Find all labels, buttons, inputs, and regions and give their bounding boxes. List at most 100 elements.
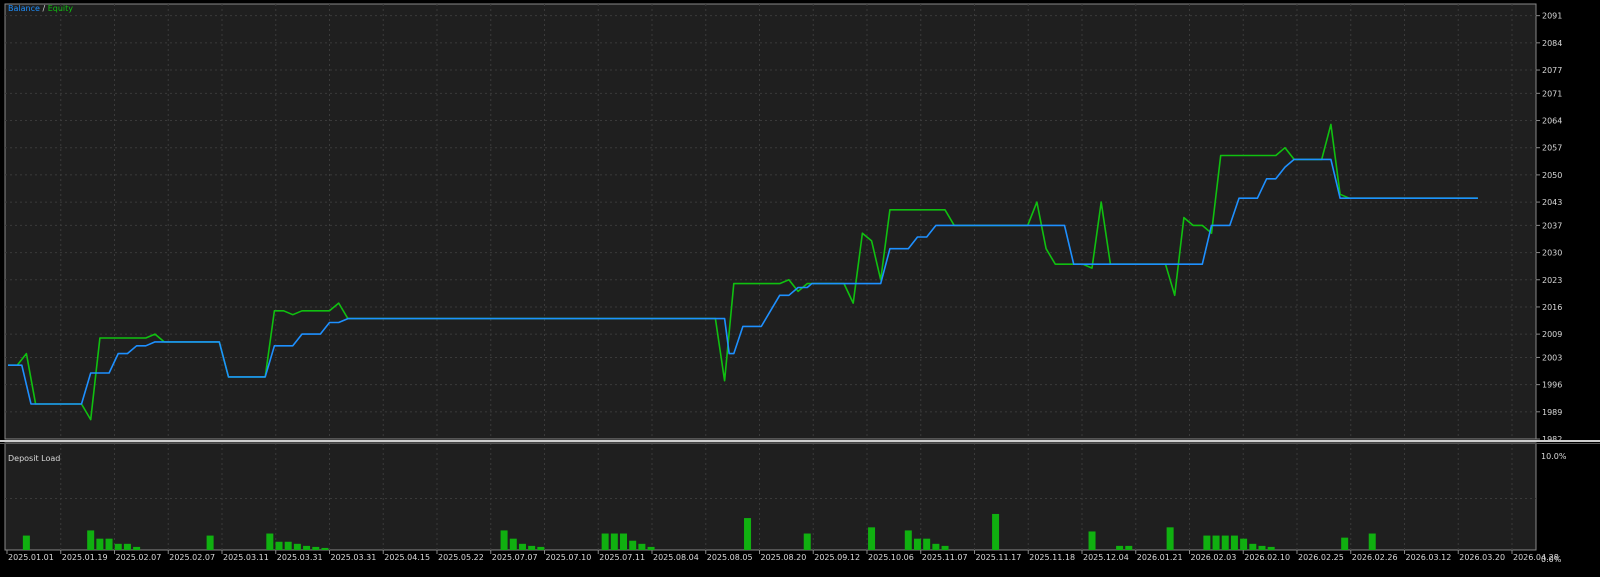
- y-tick-label: 2003: [1542, 353, 1562, 362]
- deposit-load-bar: [913, 538, 921, 550]
- deposit-load-bar: [293, 543, 301, 550]
- legend-separator: /: [40, 4, 48, 13]
- x-tick-label: 2025.12.04: [1083, 553, 1129, 562]
- deposit-load-bar: [1212, 535, 1220, 550]
- x-tick-label: 2025.04.15: [384, 553, 430, 562]
- deposit-load-bar: [321, 547, 329, 550]
- deposit-load-bar: [1368, 533, 1376, 550]
- deposit-load-bar: [868, 527, 876, 550]
- x-tick-label: 2025.11.18: [1029, 553, 1075, 562]
- x-tick-label: 2025.03.11: [223, 553, 269, 562]
- y-tick-label: 2071: [1542, 89, 1562, 98]
- x-tick-label: 2025.08.05: [707, 553, 753, 562]
- x-tick-label: 2026.03.12: [1406, 553, 1452, 562]
- x-tick-label: 2025.01.19: [62, 553, 108, 562]
- x-tick-label: 2025.07.11: [599, 553, 645, 562]
- deposit-load-bar: [1341, 537, 1349, 550]
- x-tick-label: 2026.01.21: [1137, 553, 1183, 562]
- deposit-load-bar: [1249, 543, 1257, 550]
- deposit-load-bar: [923, 538, 931, 550]
- deposit-load-bar: [638, 543, 646, 550]
- x-tick-label: 2025.02.07: [169, 553, 215, 562]
- x-tick-label: 2025.09.12: [814, 553, 860, 562]
- deposit-load-bar: [744, 518, 752, 550]
- deposit-load-bar: [992, 513, 1000, 550]
- deposit-load-bar: [96, 538, 104, 550]
- deposit-load-bar: [275, 541, 283, 550]
- deposit-load-bar: [266, 533, 274, 550]
- deposit-load-bar: [284, 541, 292, 550]
- deposit-load-bar: [303, 545, 311, 550]
- deposit-load-bar: [114, 543, 122, 550]
- x-tick-label: 2025.02.07: [116, 553, 162, 562]
- chart-svg: 1982 1989 1996 2003 2009 2016 2023 2030 2037 2043…: [0, 3, 1600, 564]
- x-tick-label: 2025.03.31: [331, 553, 377, 562]
- y-tick-label: 1982: [1542, 435, 1562, 444]
- deposit-load-min-label: 0.0%: [1541, 555, 1562, 564]
- deposit-load-max-label: 10.0%: [1541, 452, 1567, 461]
- deposit-load-bar: [500, 530, 508, 550]
- x-tick-label: 2025.01.01: [8, 553, 54, 562]
- deposit-load-bar: [803, 533, 811, 550]
- deposit-load-bar: [1230, 535, 1238, 550]
- deposit-load-bar: [123, 543, 131, 550]
- y-tick-label: 2030: [1542, 249, 1562, 258]
- x-tick-label: 2025.05.22: [438, 553, 484, 562]
- deposit-load-bar: [932, 543, 940, 550]
- y-tick-label: 2037: [1542, 221, 1562, 230]
- deposit-load-bar: [133, 546, 141, 550]
- y-tick-label: 1996: [1542, 381, 1562, 390]
- x-tick-label: 2025.11.07: [922, 553, 968, 562]
- x-tick-label: 2025.08.04: [653, 553, 699, 562]
- x-tick-label: 2025.03.31: [277, 553, 323, 562]
- y-tick-label: 2057: [1542, 144, 1562, 153]
- deposit-load-bar: [105, 538, 113, 550]
- deposit-load-bar: [1203, 535, 1211, 550]
- deposit-load-bar: [620, 533, 628, 550]
- x-tick-label: 2026.02.25: [1298, 553, 1344, 562]
- y-tick-label: 2043: [1542, 198, 1562, 207]
- deposit-load-title: Deposit Load: [8, 454, 60, 463]
- legend-balance: Balance: [8, 4, 40, 13]
- deposit-load-bar: [904, 530, 912, 550]
- legend-equity: Equity: [48, 4, 74, 13]
- deposit-load-bar: [1116, 545, 1124, 550]
- legend: Balance / Equity: [8, 4, 73, 13]
- y-tick-label: 2016: [1542, 303, 1562, 312]
- x-axis: 2025.01.01 2025.01.19 2025.02.07 2025.02.07…: [6, 550, 1559, 562]
- deposit-load-bar: [1267, 546, 1275, 550]
- deposit-load-bar: [1088, 531, 1096, 550]
- x-tick-label: 2025.11.17: [976, 553, 1022, 562]
- deposit-load-bar: [22, 535, 30, 550]
- deposit-load-bar: [87, 530, 95, 550]
- deposit-load-bar: [537, 546, 545, 550]
- sub-pane-background: [4, 442, 1537, 551]
- deposit-load-bar: [1221, 535, 1229, 550]
- y-tick-label: 2077: [1542, 66, 1562, 75]
- deposit-load-bar: [941, 545, 949, 550]
- deposit-load-bar: [1125, 545, 1133, 550]
- y-tick-label: 2064: [1542, 117, 1562, 126]
- deposit-load-bar: [312, 546, 320, 550]
- deposit-load-bar: [206, 535, 214, 550]
- x-tick-label: 2026.03.20: [1459, 553, 1505, 562]
- x-tick-label: 2025.07.10: [546, 553, 592, 562]
- x-tick-label: 2026.02.03: [1191, 553, 1237, 562]
- deposit-load-bar: [509, 538, 517, 550]
- x-tick-label: 2026.02.26: [1352, 553, 1398, 562]
- y-tick-label: 2050: [1542, 171, 1562, 180]
- deposit-load-bar: [1166, 527, 1174, 550]
- y-tick-label: 1989: [1542, 408, 1562, 417]
- x-tick-label: 2025.08.20: [761, 553, 807, 562]
- deposit-load-bar: [647, 546, 655, 550]
- x-tick-label: 2025.07.07: [492, 553, 538, 562]
- deposit-load-bar: [601, 533, 609, 550]
- y-axis: 1982 1989 1996 2003 2009 2016 2023 2030 2037 2043…: [1536, 12, 1562, 444]
- deposit-load-bar: [528, 545, 536, 550]
- y-tick-label: 2091: [1542, 12, 1562, 21]
- chart-window: 1982 1989 1996 2003 2009 2016 2023 2030 2037 2043…: [0, 0, 1600, 577]
- y-tick-label: 2023: [1542, 276, 1562, 285]
- y-tick-label: 2084: [1542, 39, 1562, 48]
- deposit-load-bar: [1240, 538, 1248, 550]
- deposit-load-bar: [518, 543, 526, 550]
